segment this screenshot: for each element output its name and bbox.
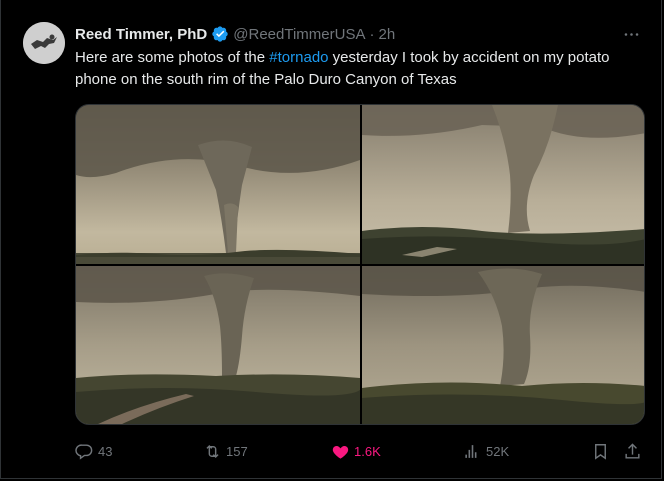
tornado-photo-1[interactable]	[76, 105, 360, 264]
views-icon	[465, 444, 477, 458]
like-button[interactable]: 1.6K	[331, 438, 381, 464]
tweet-text: Here are some photos of the #tornado yes…	[75, 47, 645, 91]
more-icon[interactable]	[619, 22, 643, 46]
timestamp[interactable]: 2h	[378, 26, 395, 43]
reply-count: 43	[98, 443, 113, 459]
like-count: 1.6K	[354, 443, 381, 459]
author-handle[interactable]: @ReedTimmerUSA	[233, 26, 365, 43]
views-button[interactable]: 52K	[463, 438, 509, 464]
reply-icon	[75, 443, 93, 460]
tornado-photo-3[interactable]	[76, 266, 360, 424]
avatar[interactable]	[23, 22, 65, 64]
hashtag-link[interactable]: #tornado	[269, 49, 328, 66]
repost-button[interactable]: 157	[203, 438, 248, 464]
avatar-image	[23, 22, 65, 64]
tweet-text-part: Here are some photos of the	[75, 49, 270, 66]
views-count: 52K	[486, 443, 510, 459]
separator: ·	[369, 25, 375, 43]
share-icon	[625, 442, 640, 459]
reply-button[interactable]: 43	[75, 438, 112, 464]
action-bar: 43 157 1.6K 52K	[75, 438, 647, 464]
tweet-header: Reed Timmer, PhD @ReedTimmerUSA · 2h	[75, 24, 395, 44]
repost-count: 157	[226, 443, 248, 459]
tornado-photo-4[interactable]	[362, 266, 644, 424]
share-button[interactable]	[623, 438, 646, 464]
bookmark-icon	[595, 443, 606, 460]
bookmark-button[interactable]	[591, 438, 614, 464]
author-name[interactable]: Reed Timmer, PhD	[75, 26, 207, 43]
like-icon	[332, 445, 349, 459]
media-grid	[75, 104, 645, 425]
tornado-photo-2[interactable]	[362, 105, 644, 264]
repost-icon	[206, 444, 219, 458]
tweet-card[interactable]: Reed Timmer, PhD @ReedTimmerUSA · 2h Her…	[0, 0, 662, 479]
verified-icon	[211, 25, 229, 43]
